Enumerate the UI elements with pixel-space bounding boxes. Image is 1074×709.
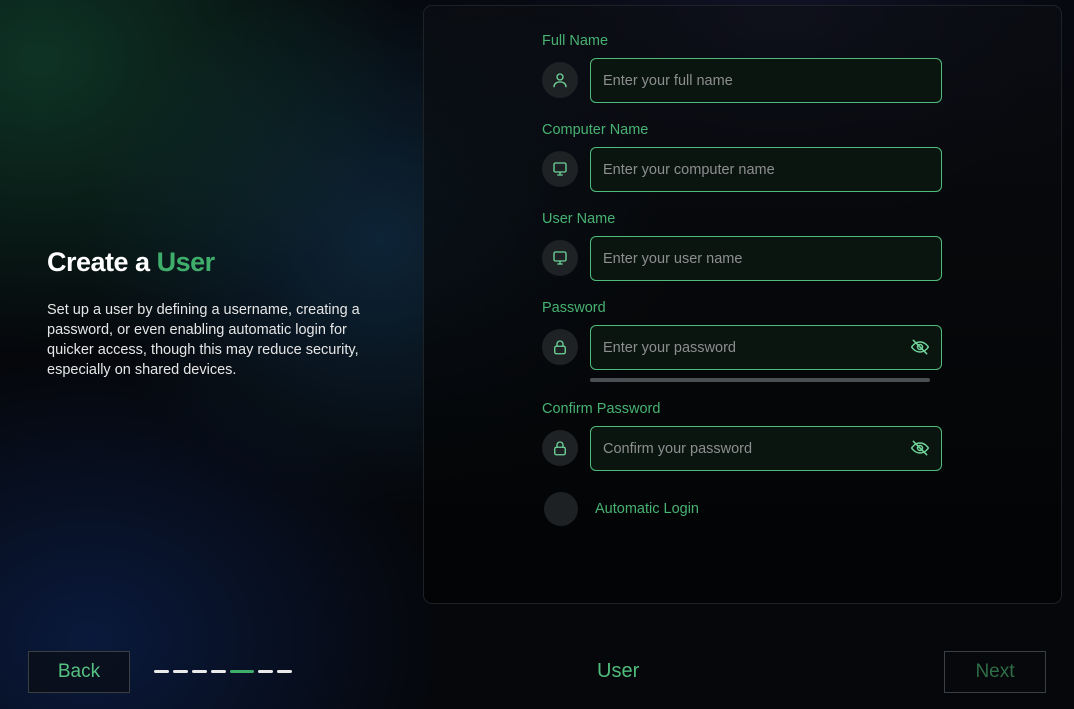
title-accent: User (156, 247, 216, 277)
user-name-label: User Name (542, 211, 616, 227)
automatic-login-row: Automatic Login (542, 492, 842, 528)
full-name-input[interactable] (590, 58, 942, 103)
monitor-icon (542, 151, 578, 187)
password-label: Password (542, 300, 606, 316)
full-name-label: Full Name (542, 33, 609, 49)
page-description: Set up a user by defining a username, cr… (47, 302, 360, 378)
automatic-login-toggle[interactable] (544, 492, 578, 526)
computer-name-field: Computer Name (542, 121, 944, 192)
intro-section: Create a User Set up a user by defining … (47, 247, 377, 380)
confirm-password-input[interactable] (590, 426, 942, 471)
user-name-input[interactable] (590, 236, 942, 281)
step-dot-current (230, 670, 254, 673)
user-icon (542, 62, 578, 98)
title-prefix: Create a (47, 247, 150, 277)
eye-off-icon[interactable] (908, 437, 932, 459)
step-dot (258, 670, 273, 673)
next-button[interactable]: Next (944, 651, 1046, 693)
step-progress (154, 670, 292, 673)
confirm-password-field: Confirm Password (542, 400, 944, 471)
automatic-login-label[interactable]: Automatic Login (595, 501, 699, 517)
page-title: Create a User (47, 247, 377, 278)
confirm-password-label: Confirm Password (542, 401, 661, 417)
user-name-field: User Name (542, 210, 944, 281)
password-field: Password (542, 299, 944, 382)
computer-name-input[interactable] (590, 147, 942, 192)
step-dot (192, 670, 207, 673)
step-dot (154, 670, 169, 673)
lock-icon (542, 329, 578, 365)
step-dot (173, 670, 188, 673)
back-button[interactable]: Back (28, 651, 130, 693)
full-name-field: Full Name (542, 32, 944, 103)
current-step-name: User (597, 660, 640, 682)
password-strength-bar (590, 378, 930, 382)
eye-off-icon[interactable] (908, 336, 932, 358)
computer-name-label: Computer Name (542, 122, 649, 138)
user-form-panel: Full Name Computer Name User Name Passwo… (423, 5, 1062, 604)
step-dot (277, 670, 292, 673)
monitor-icon (542, 240, 578, 276)
password-input[interactable] (590, 325, 942, 370)
lock-icon (542, 430, 578, 466)
step-dot (211, 670, 226, 673)
